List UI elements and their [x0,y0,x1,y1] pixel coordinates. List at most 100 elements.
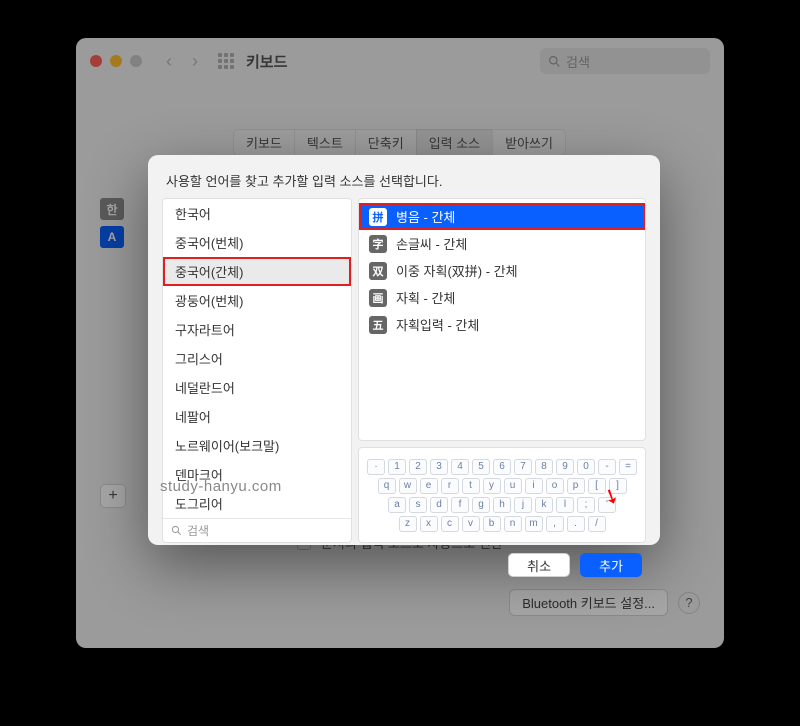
source-list[interactable]: 拼 병음 - 간체 字 손글씨 - 간체 双 이중 자획(双拼) - 간체 画 … [358,198,646,441]
keyboard-key: m [525,516,543,532]
keyboard-key: w [399,478,417,494]
source-item[interactable]: 双 이중 자획(双拼) - 간체 [359,257,645,284]
keyboard-key: 2 [409,459,427,475]
source-item-label: 손글씨 - 간체 [396,234,467,253]
keyboard-key: . [567,516,585,532]
bluetooth-settings-button[interactable]: Bluetooth 키보드 설정... [509,589,668,616]
tab-dictation[interactable]: 받아쓰기 [492,129,566,156]
keyboard-key: s [409,497,427,513]
back-button[interactable]: ‹ [158,50,180,72]
keyboard-key: c [441,516,459,532]
grid-icon[interactable] [218,53,234,69]
keyboard-key: 5 [472,459,490,475]
cancel-button[interactable]: 취소 [508,553,570,577]
keyboard-key: f [451,497,469,513]
source-badge-icon: 双 [369,262,387,280]
keyboard-key: 1 [388,459,406,475]
keyboard-key: z [399,516,417,532]
keyboard-key: · [367,459,385,475]
input-source-sidebar: 한 A [100,198,124,248]
keyboard-key: v [462,516,480,532]
minimize-icon[interactable] [110,55,122,67]
keyboard-key: l [556,497,574,513]
search-input[interactable]: 검색 [540,48,710,74]
source-badge-icon: 画 [369,289,387,307]
source-item[interactable]: 画 자획 - 간체 [359,284,645,311]
source-badge-icon: 五 [369,316,387,334]
tab-input-sources[interactable]: 입력 소스 [416,129,493,156]
keyboard-key: 8 [535,459,553,475]
footer-actions: Bluetooth 키보드 설정... ? [509,589,700,616]
keyboard-key: k [535,497,553,513]
source-item-label: 자획입력 - 간체 [396,315,479,334]
keyboard-key: = [619,459,637,475]
sheet-buttons: 취소 추가 [162,543,646,577]
keyboard-key: , [546,516,564,532]
keyboard-key: 7 [514,459,532,475]
keyboard-key: 3 [430,459,448,475]
help-button[interactable]: ? [678,592,700,614]
language-item[interactable]: 한국어 [163,199,351,228]
language-item[interactable]: 네팔어 [163,402,351,431]
watermark: study-hanyu.com [160,478,282,495]
keyboard-key: [ [588,478,606,494]
keyboard-key: j [514,497,532,513]
language-item[interactable]: 광둥어(번체) [163,286,351,315]
close-icon[interactable] [90,55,102,67]
source-item-selected[interactable]: 拼 병음 - 간체 [359,203,645,230]
keyboard-key: r [441,478,459,494]
keyboard-key: 0 [577,459,595,475]
source-item-label: 자획 - 간체 [396,288,455,307]
keyboard-key: o [546,478,564,494]
language-item[interactable]: 구자라트어 [163,315,351,344]
window-controls [90,55,142,67]
forward-button[interactable]: › [184,50,206,72]
keyboard-key: 4 [451,459,469,475]
keyboard-key: i [525,478,543,494]
source-item-label: 병음 - 간체 [396,207,455,226]
keyboard-key: ; [577,497,595,513]
keyboard-key: / [588,516,606,532]
keyboard-key: g [472,497,490,513]
language-search-input[interactable]: 검색 [163,518,351,542]
keyboard-key: b [483,516,501,532]
tab-bar: 키보드 텍스트 단축키 입력 소스 받아쓰기 [76,129,724,156]
source-item[interactable]: 字 손글씨 - 간체 [359,230,645,257]
titlebar: ‹ › 키보드 검색 [76,38,724,84]
source-badge-icon: 字 [369,235,387,253]
language-list[interactable]: 한국어 중국어(번체) 중국어(간체) 광둥어(번체) 구자라트어 그리스어 네… [163,199,351,518]
source-item-label: 이중 자획(双拼) - 간체 [396,261,518,280]
keyboard-key: h [493,497,511,513]
keyboard-key: t [462,478,480,494]
language-item[interactable]: 중국어(번체) [163,228,351,257]
keyboard-key: n [504,516,522,532]
keyboard-key: - [598,459,616,475]
keyboard-key: e [420,478,438,494]
keyboard-key: a [388,497,406,513]
tab-keyboard[interactable]: 키보드 [233,129,295,156]
tab-shortcuts[interactable]: 단축키 [355,129,417,156]
source-item[interactable]: 五 자획입력 - 간체 [359,311,645,338]
keyboard-key: y [483,478,501,494]
tab-text[interactable]: 텍스트 [294,129,356,156]
keyboard-key: 9 [556,459,574,475]
language-item[interactable]: 네덜란드어 [163,373,351,402]
keyboard-key: u [504,478,522,494]
source-badge-icon: 拼 [369,208,387,226]
keyboard-key: p [567,478,585,494]
source-badge-korean[interactable]: 한 [100,198,124,220]
add-button[interactable]: 추가 [580,553,642,577]
window-title: 키보드 [246,51,287,72]
search-icon [171,525,182,536]
search-placeholder: 검색 [566,52,590,71]
language-item[interactable]: 노르웨이어(보크말) [163,431,351,460]
language-item[interactable]: 그리스어 [163,344,351,373]
language-item-selected[interactable]: 중국어(간체) [163,257,351,286]
keyboard-key: q [378,478,396,494]
keyboard-key: d [430,497,448,513]
add-source-button[interactable]: + [100,484,126,508]
language-search-placeholder: 검색 [187,522,209,539]
zoom-icon[interactable] [130,55,142,67]
keyboard-key: 6 [493,459,511,475]
source-badge-latin[interactable]: A [100,226,124,248]
